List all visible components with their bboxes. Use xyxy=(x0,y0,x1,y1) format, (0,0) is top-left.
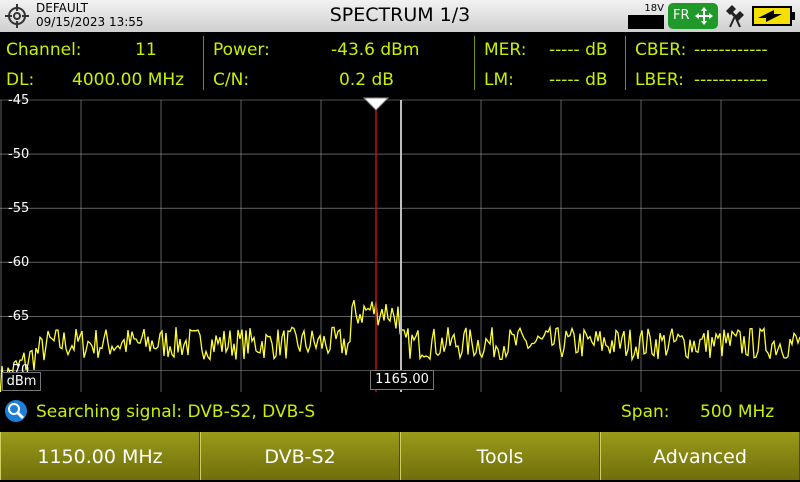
softkey-tools[interactable]: Tools xyxy=(400,432,600,480)
softkey-frequency[interactable]: 1150.00 MHz xyxy=(0,432,200,480)
marker-triangle xyxy=(362,97,390,111)
satellite-icon xyxy=(726,5,744,28)
divider xyxy=(203,36,204,90)
y-tick-label: -60 xyxy=(8,255,30,271)
channel-label: Channel: xyxy=(6,40,82,60)
y-tick-label: -55 xyxy=(8,201,30,217)
lnb-bar xyxy=(628,15,664,29)
search-status: Searching signal: DVB-S2, DVB-S xyxy=(36,402,316,422)
softkey-standard[interactable]: DVB-S2 xyxy=(200,432,400,480)
softkey-bar: 1150.00 MHz DVB-S2 Tools Advanced xyxy=(0,432,800,480)
measurement-panel: Channel: 11 DL: 4000.00 MHz Power: -43.6… xyxy=(0,32,800,94)
mer-value: ----- dB xyxy=(549,40,608,60)
lnb-power-indicator: 18V xyxy=(628,3,664,29)
move-arrows-icon xyxy=(695,7,713,25)
cn-value: 0.2 dB xyxy=(339,70,394,90)
dl-value: 4000.00 MHz xyxy=(72,70,185,90)
divider xyxy=(474,36,475,90)
lber-label: LBER: xyxy=(635,70,684,90)
y-tick-label: -65 xyxy=(8,309,30,325)
spectrum-graph[interactable]: -45 -50 -55 -60 -65 -70 dBm 1165.00 xyxy=(0,93,800,392)
cber-value: ------------ xyxy=(694,40,768,60)
y-tick-label: -45 xyxy=(8,93,30,108)
softkey-advanced[interactable]: Advanced xyxy=(600,432,800,480)
status-line: Searching signal: DVB-S2, DVB-S Span: 50… xyxy=(0,392,800,432)
mer-label: MER: xyxy=(484,40,527,60)
span-label: Span: xyxy=(621,402,670,422)
marker-frequency: 1165.00 xyxy=(370,370,434,390)
lm-label: LM: xyxy=(484,70,514,90)
spectrum-plot[interactable] xyxy=(0,94,800,392)
y-unit-label: dBm xyxy=(2,372,41,391)
fr-badge[interactable]: FR xyxy=(668,3,718,29)
lber-value: ------------ xyxy=(694,70,768,90)
lm-value: ----- dB xyxy=(549,70,608,90)
power-value: -43.6 dBm xyxy=(331,40,420,60)
lnb-voltage: 18V xyxy=(644,3,664,14)
top-status-bar: DEFAULT 09/15/2023 13:55 SPECTRUM 1/3 18… xyxy=(0,0,800,32)
power-label: Power: xyxy=(213,40,270,60)
cn-label: C/N: xyxy=(213,70,250,90)
channel-value: 11 xyxy=(135,40,157,60)
battery-charging-icon xyxy=(752,6,795,26)
cber-label: CBER: xyxy=(635,40,687,60)
span-value: 500 MHz xyxy=(700,402,775,422)
divider xyxy=(625,36,626,90)
y-tick-label: -50 xyxy=(8,147,30,163)
search-icon xyxy=(5,400,27,422)
dl-label: DL: xyxy=(6,70,35,90)
fr-label: FR xyxy=(673,8,690,23)
